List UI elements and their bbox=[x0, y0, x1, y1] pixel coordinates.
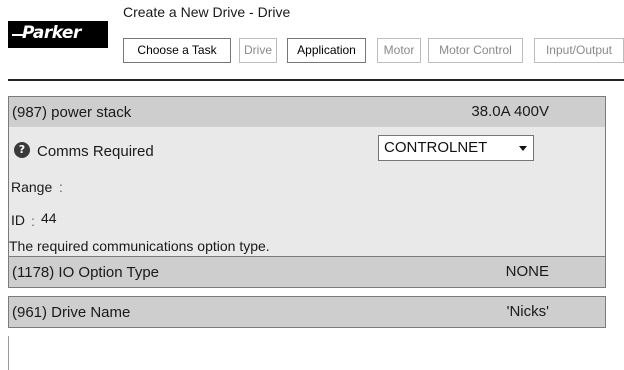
question-mark-icon[interactable]: ? bbox=[14, 142, 30, 158]
parameter-value: NONE bbox=[505, 263, 549, 280]
range-label: Range bbox=[11, 179, 53, 195]
parameter-label: (1178) IO Option Type bbox=[12, 264, 160, 281]
page-title: Create a New Drive - Drive bbox=[123, 4, 291, 20]
comms-required-label: Comms Required bbox=[37, 143, 154, 160]
parameter-value: 38.0A 400V bbox=[471, 103, 549, 120]
content-edge-line bbox=[8, 336, 9, 370]
dropdown-selected-value: CONTROLNET bbox=[384, 139, 488, 156]
tab-choose-a-task[interactable]: Choose a Task bbox=[123, 38, 231, 63]
comms-required-dropdown[interactable]: CONTROLNET bbox=[378, 135, 534, 161]
header-divider bbox=[8, 79, 624, 81]
tab-motor[interactable]: Motor bbox=[377, 38, 421, 63]
parameter-description: The required communications option type. bbox=[9, 238, 270, 254]
tab-motor-control[interactable]: Motor Control bbox=[428, 38, 523, 63]
id-separator: : bbox=[31, 213, 35, 229]
parker-logo: Parker bbox=[8, 21, 108, 48]
range-separator: : bbox=[59, 179, 63, 195]
parameter-row-io-option-type[interactable]: (1178) IO Option Type NONE bbox=[8, 256, 606, 288]
id-value: 44 bbox=[41, 210, 57, 226]
chevron-down-icon bbox=[519, 146, 527, 151]
parameter-label: (961) Drive Name bbox=[12, 304, 131, 321]
parameter-value: 'Nicks' bbox=[506, 303, 549, 320]
tab-application[interactable]: Application bbox=[287, 38, 366, 63]
logo-text: Parker bbox=[22, 23, 81, 43]
parameter-row-drive-name[interactable]: (961) Drive Name 'Nicks' bbox=[8, 296, 606, 328]
tab-input-output[interactable]: Input/Output bbox=[534, 38, 624, 63]
id-label: ID bbox=[11, 212, 25, 228]
parameter-row-power-stack[interactable]: (987) power stack 38.0A 400V bbox=[8, 96, 606, 128]
parameter-label: (987) power stack bbox=[12, 104, 132, 121]
tab-drive[interactable]: Drive bbox=[239, 38, 277, 63]
